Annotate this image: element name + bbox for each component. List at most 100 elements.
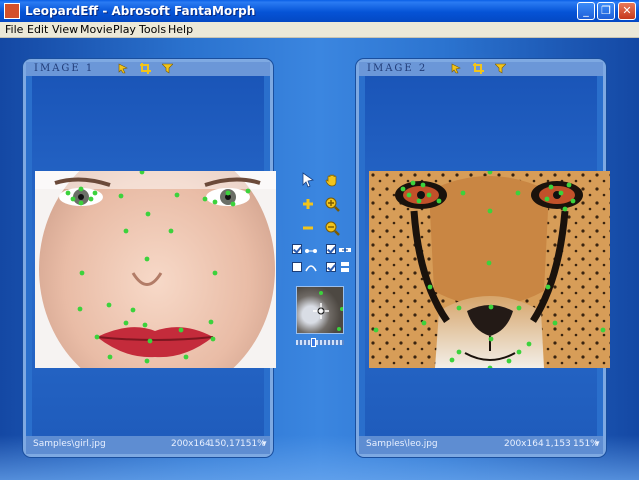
keypoint-marker[interactable] [225,190,231,196]
keypoint-marker[interactable] [168,228,174,234]
menu-play[interactable]: Play [113,23,136,36]
keypoint-marker[interactable] [456,349,462,355]
app-icon[interactable] [4,3,20,19]
image1-keypoints[interactable] [35,171,276,368]
show-curves-checkbox[interactable] [292,262,302,272]
minimize-button[interactable]: _ [577,2,595,20]
keypoint-marker[interactable] [212,270,218,276]
keypoint-marker[interactable] [88,196,94,202]
keypoint-marker[interactable] [70,196,76,202]
keypoint-marker[interactable] [416,198,422,204]
keypoint-marker[interactable] [566,182,572,188]
menu-tools[interactable]: Tools [139,23,166,36]
keypoint-marker[interactable] [107,354,113,360]
keypoint-marker[interactable] [123,320,129,326]
show-lines-checkbox[interactable] [326,244,336,254]
keypoint-marker[interactable] [427,284,433,290]
keypoint-marker[interactable] [526,341,532,347]
keypoint-marker[interactable] [212,199,218,205]
image2-picture[interactable] [369,171,610,368]
hand-pan-icon[interactable] [324,172,340,188]
keypoint-marker[interactable] [421,320,427,326]
show-points-checkbox[interactable] [292,244,302,254]
keypoint-marker[interactable] [183,354,189,360]
remove-point-icon[interactable] [300,220,316,236]
pointer-arrow-icon[interactable] [451,63,462,74]
keypoint-marker[interactable] [488,336,494,342]
keypoint-marker[interactable] [94,334,100,340]
pointer-arrow-icon[interactable] [118,63,129,74]
keypoint-marker[interactable] [516,349,522,355]
image1-canvas[interactable] [32,76,276,436]
keypoint-marker[interactable] [487,171,493,175]
menu-edit[interactable]: Edit [27,23,48,36]
show-links-checkbox[interactable] [326,262,336,272]
add-point-icon[interactable] [300,196,316,212]
keypoint-marker[interactable] [245,188,251,194]
keypoint-marker[interactable] [552,320,558,326]
keypoint-marker[interactable] [487,365,493,368]
keypoint-marker[interactable] [144,256,150,262]
keypoint-marker[interactable] [410,180,416,186]
keypoint-marker[interactable] [558,190,564,196]
keypoint-marker[interactable] [78,200,84,206]
keypoint-marker[interactable] [548,184,554,190]
image2-keypoints[interactable] [369,171,610,368]
keypoint-marker[interactable] [373,327,379,333]
keypoint-marker[interactable] [436,198,442,204]
keypoint-marker[interactable] [426,192,432,198]
filter-icon[interactable] [495,63,506,74]
image1-picture[interactable] [35,171,276,368]
keypoint-marker[interactable] [144,358,150,364]
keypoint-marker[interactable] [230,201,236,207]
crop-icon[interactable] [473,63,484,74]
keypoint-marker[interactable] [456,305,462,311]
keypoint-marker[interactable] [420,182,426,188]
keypoint-marker[interactable] [406,192,412,198]
close-button[interactable]: ✕ [618,2,636,20]
keypoint-marker[interactable] [400,186,406,192]
keypoint-marker[interactable] [123,228,129,234]
keypoint-marker[interactable] [460,190,466,196]
menu-file[interactable]: File [5,23,23,36]
keypoint-marker[interactable] [139,171,145,175]
keypoint-marker[interactable] [488,304,494,310]
image1-zoom-dropdown-icon[interactable]: ▾ [262,439,267,449]
zoom-out-icon[interactable] [324,220,340,236]
keypoint-marker[interactable] [92,190,98,196]
keypoint-marker[interactable] [486,260,492,266]
keypoint-marker[interactable] [487,208,493,214]
crop-icon[interactable] [140,63,151,74]
keypoint-marker[interactable] [147,338,153,344]
select-pointer-icon[interactable] [300,172,316,188]
keypoint-marker[interactable] [570,198,576,204]
zoom-slider[interactable] [296,338,344,347]
keypoint-marker[interactable] [562,206,568,212]
keypoint-marker[interactable] [78,186,84,192]
keypoint-marker[interactable] [142,322,148,328]
restore-button[interactable]: ❐ [597,2,615,20]
keypoint-marker[interactable] [506,358,512,364]
image2-canvas[interactable] [365,76,610,436]
menu-help[interactable]: Help [168,23,193,36]
keypoint-marker[interactable] [174,192,180,198]
keypoint-marker[interactable] [449,357,455,363]
keypoint-marker[interactable] [79,270,85,276]
keypoint-marker[interactable] [516,305,522,311]
image2-zoom-dropdown-icon[interactable]: ▾ [595,439,600,449]
keypoint-marker[interactable] [208,319,214,325]
keypoint-marker[interactable] [130,307,136,313]
keypoint-marker[interactable] [210,336,216,342]
keypoint-marker[interactable] [515,190,521,196]
keypoint-marker[interactable] [118,193,124,199]
keypoint-marker[interactable] [145,211,151,217]
keypoint-marker[interactable] [178,327,184,333]
keypoint-marker[interactable] [77,306,83,312]
filter-icon[interactable] [162,63,173,74]
keypoint-marker[interactable] [544,196,550,202]
zoom-slider-thumb[interactable] [311,338,316,347]
keypoint-marker[interactable] [202,196,208,202]
keypoint-marker[interactable] [600,327,606,333]
keypoint-marker[interactable] [106,302,112,308]
menu-view[interactable]: View [52,23,78,36]
